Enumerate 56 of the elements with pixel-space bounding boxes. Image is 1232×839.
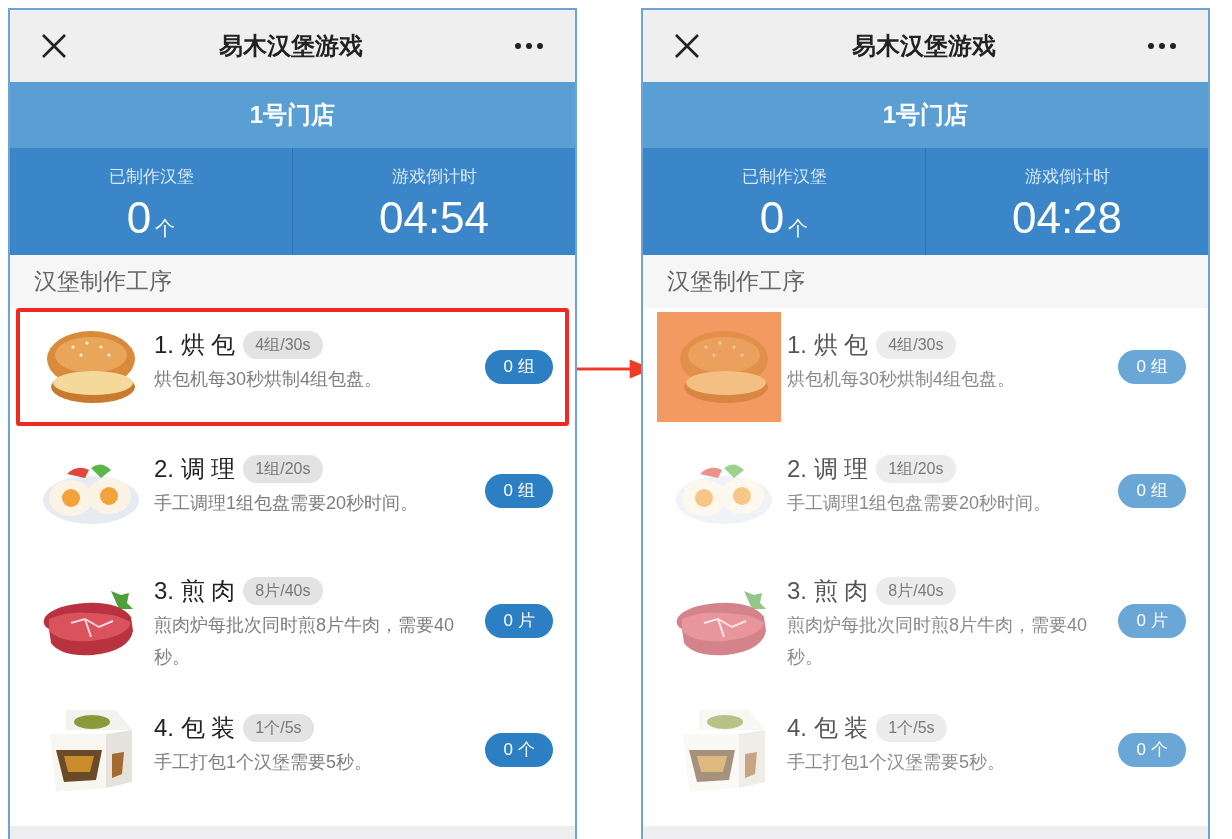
step-row[interactable]: 2. 调 理 1组/20s 手工调理1组包盘需要20秒时间。 0 组	[649, 426, 1202, 556]
burger-count: 0	[759, 193, 785, 242]
rate-badge: 8片/40s	[243, 577, 323, 605]
more-icon	[514, 42, 544, 50]
store-name: 1号门店	[882, 100, 969, 130]
burger-count: 0	[126, 193, 152, 242]
step-row[interactable]: 4. 包 装 1个/5s 手工打包1个汉堡需要5秒。 0 个	[16, 686, 569, 814]
step-row[interactable]: 1. 烘 包 4组/30s 烘包机每30秒烘制4组包盘。 0 组	[649, 308, 1202, 426]
rate-badge: 4组/30s	[243, 331, 323, 359]
step-title: 3. 煎 肉	[154, 576, 236, 606]
stat-label: 已制作汉堡	[108, 166, 194, 188]
close-icon	[41, 33, 67, 59]
rate-badge: 8片/40s	[876, 577, 956, 605]
rate-badge: 4组/30s	[876, 331, 956, 359]
step-title: 3. 煎 肉	[787, 576, 869, 606]
section-title: 汉堡制作工序	[667, 267, 805, 297]
close-icon	[674, 33, 700, 59]
step-description: 手工打包1个汉堡需要5秒。	[787, 751, 1007, 774]
step-row[interactable]: 1. 烘 包 4组/30s 烘包机每30秒烘制4组包盘。 0 组	[16, 308, 569, 426]
stat-label: 游戏倒计时	[1024, 166, 1110, 188]
step-row[interactable]: 2. 调 理 1组/20s 手工调理1组包盘需要20秒时间。 0 组	[16, 426, 569, 556]
rate-badge: 1组/20s	[243, 455, 323, 483]
count-button[interactable]: 0 组	[485, 474, 553, 508]
window-title: 易木汉堡游戏	[217, 31, 364, 61]
step-row[interactable]: 3. 煎 肉 8片/40s 煎肉炉每批次同时煎8片牛肉，需要40秒。 0 片	[649, 556, 1202, 686]
countdown-timer: 04:54	[378, 193, 490, 242]
step-description: 煎肉炉每批次同时煎8片牛肉，需要40秒。	[154, 614, 456, 669]
store-name: 1号门店	[249, 100, 336, 130]
stat-label: 已制作汉堡	[741, 166, 827, 188]
step-description: 手工打包1个汉堡需要5秒。	[154, 751, 374, 774]
step-title: 4. 包 装	[787, 713, 869, 743]
count-button[interactable]: 0 片	[485, 604, 553, 638]
stat-label: 游戏倒计时	[391, 166, 477, 188]
step-description: 手工调理1组包盘需要20秒时间。	[787, 492, 1053, 515]
step-title: 4. 包 装	[154, 713, 236, 743]
step-description: 手工调理1组包盘需要20秒时间。	[154, 492, 420, 515]
more-icon	[1147, 42, 1177, 50]
count-button[interactable]: 0 个	[485, 733, 553, 767]
count-unit: 个	[788, 215, 809, 241]
count-button[interactable]: 0 组	[485, 350, 553, 384]
rate-badge: 1个/5s	[243, 714, 314, 742]
step-title: 2. 调 理	[787, 454, 869, 484]
step-description: 煎肉炉每批次同时煎8片牛肉，需要40秒。	[787, 614, 1089, 669]
step-title: 2. 调 理	[154, 454, 236, 484]
countdown-timer: 04:28	[1011, 193, 1123, 242]
step-description: 烘包机每30秒烘制4组包盘。	[154, 368, 384, 391]
step-title: 1. 烘 包	[787, 330, 869, 360]
rate-badge: 1组/20s	[876, 455, 956, 483]
step-row[interactable]: 3. 煎 肉 8片/40s 煎肉炉每批次同时煎8片牛肉，需要40秒。 0 片	[16, 556, 569, 686]
step-description: 烘包机每30秒烘制4组包盘。	[787, 368, 1017, 391]
step-title: 1. 烘 包	[154, 330, 236, 360]
count-unit: 个	[155, 215, 176, 241]
step-row[interactable]: 4. 包 装 1个/5s 手工打包1个汉堡需要5秒。 0 个	[649, 686, 1202, 814]
window-title: 易木汉堡游戏	[850, 31, 997, 61]
section-title: 汉堡制作工序	[34, 267, 172, 297]
rate-badge: 1个/5s	[876, 714, 947, 742]
